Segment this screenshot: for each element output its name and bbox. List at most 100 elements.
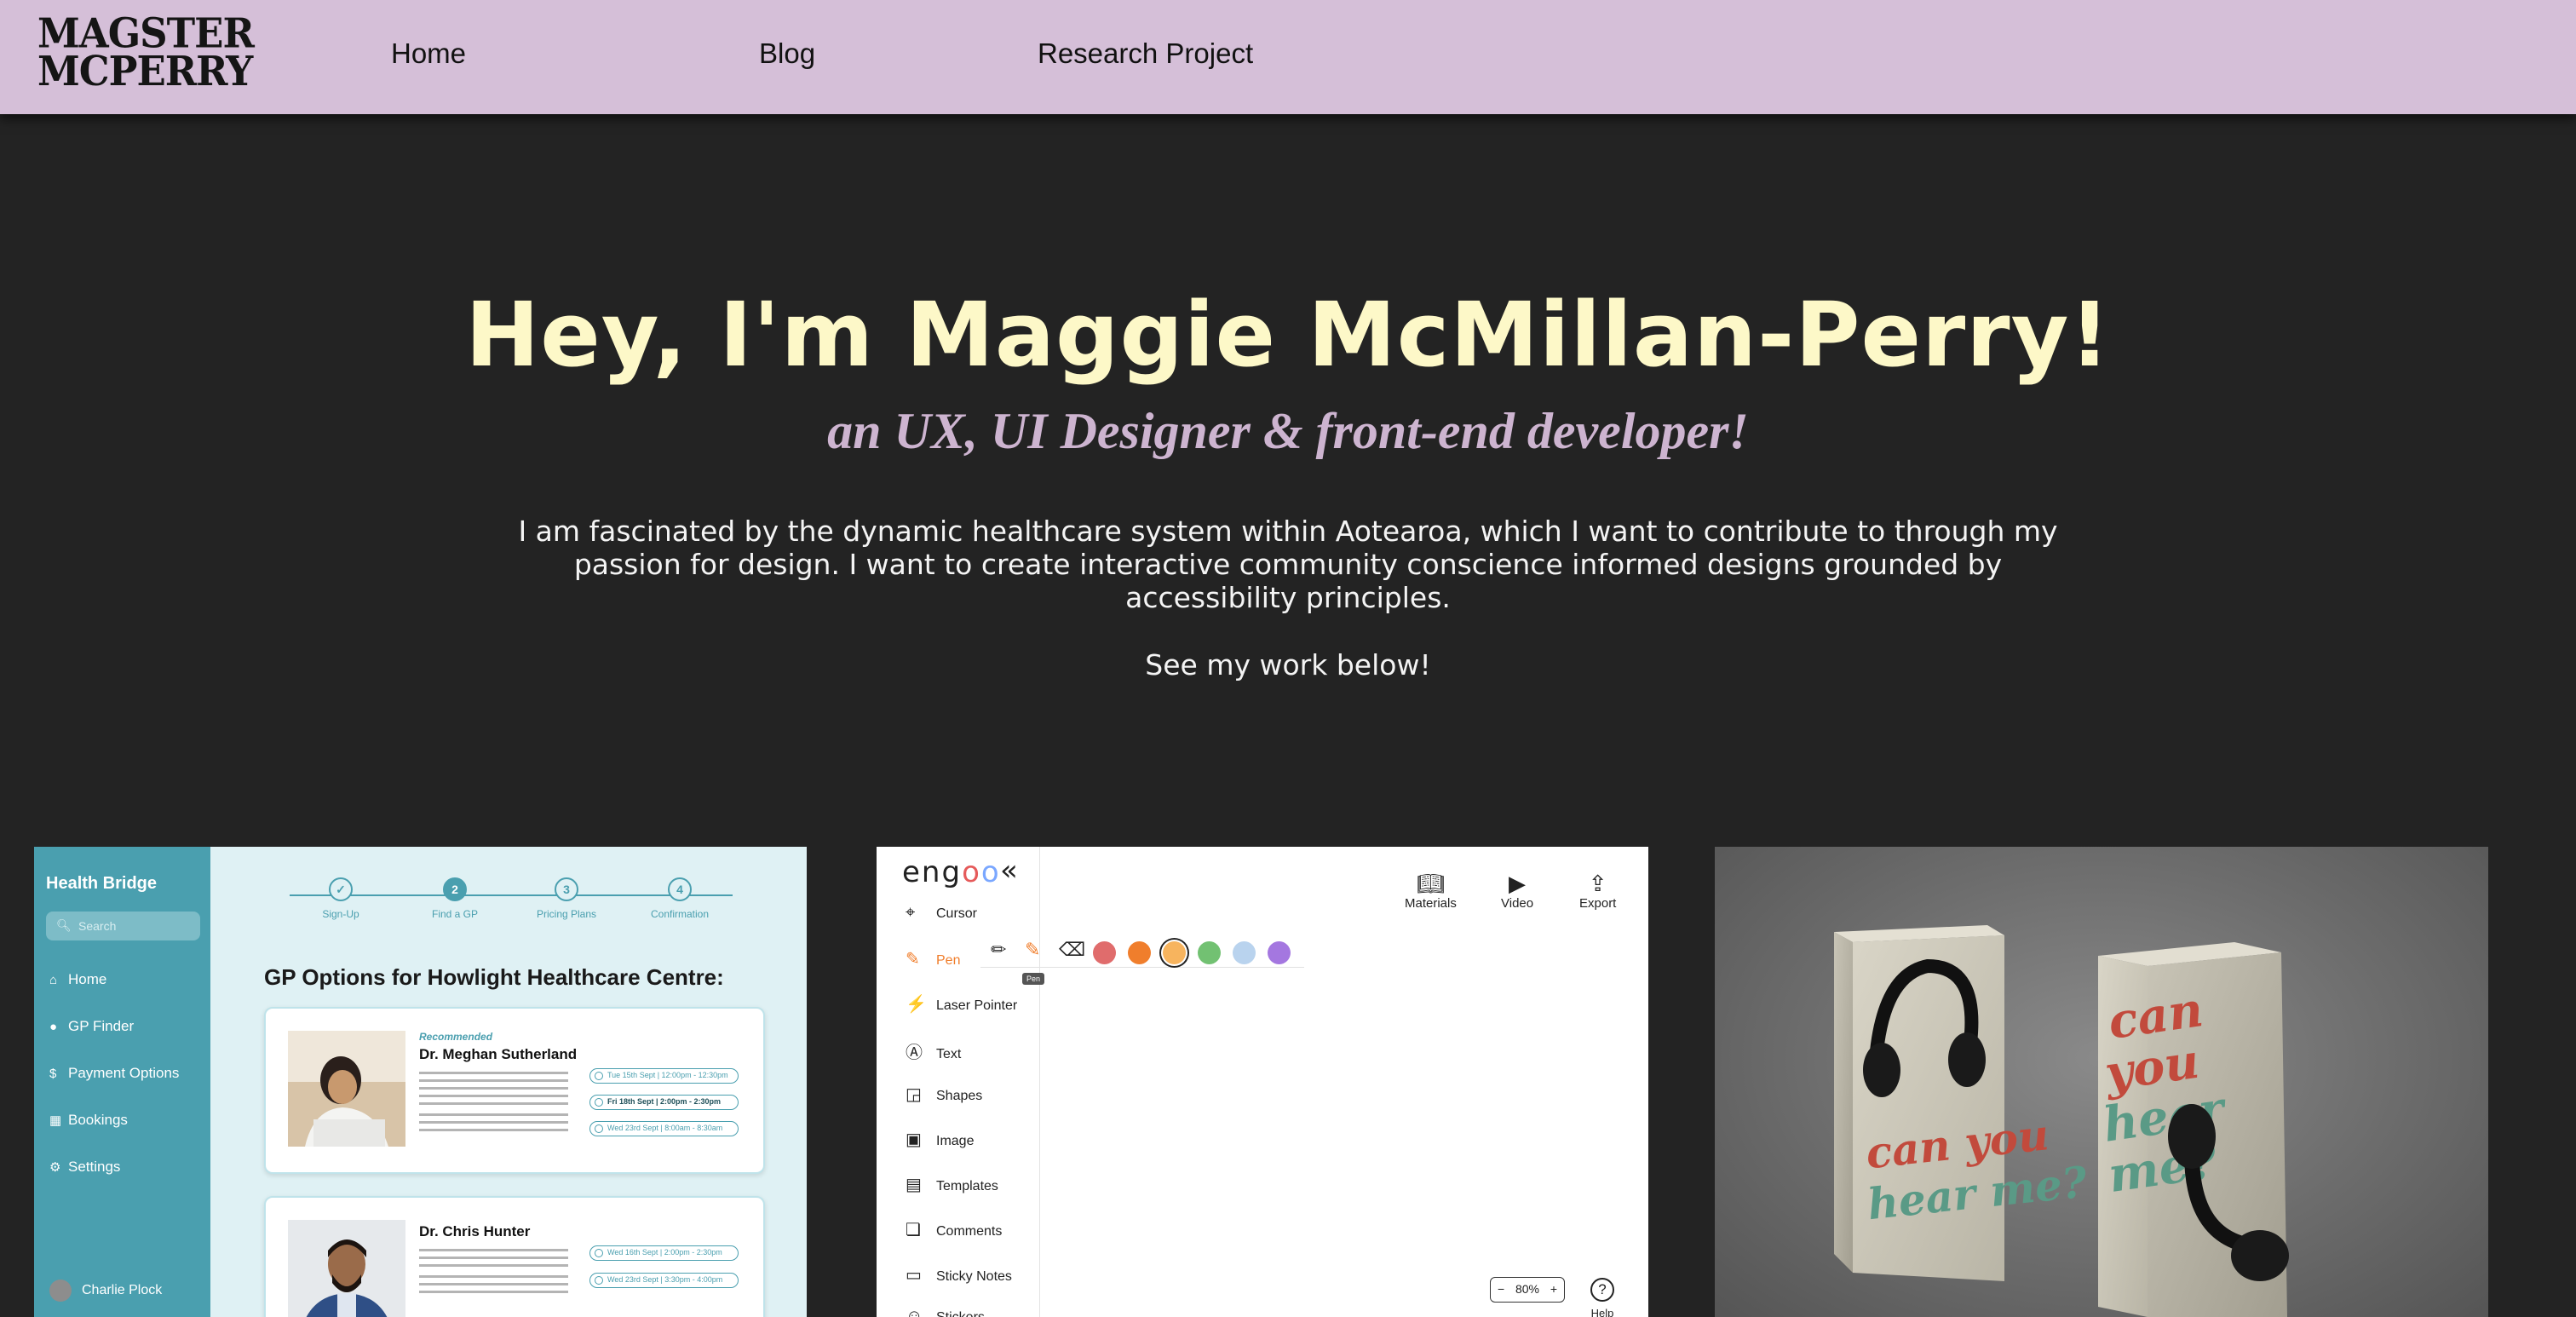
tool-sticky-notes[interactable]: ▭ Sticky Notes bbox=[906, 1264, 1012, 1285]
button-label: Video bbox=[1501, 896, 1534, 911]
step-sign-up: ✓ Sign-Up bbox=[281, 877, 400, 920]
color-swatch-light-blue[interactable] bbox=[1233, 941, 1256, 964]
doctor-name: Dr. Chris Hunter bbox=[419, 1223, 531, 1239]
doctor-name: Dr. Meghan Sutherland bbox=[419, 1046, 578, 1062]
materials-button[interactable]: 📖︎ Materials bbox=[1405, 871, 1457, 911]
app-sidebar: Health Bridge 🔍︎ Search ⌂ Home ● GP Finder… bbox=[34, 847, 210, 1317]
tool-label: Shapes bbox=[936, 1089, 983, 1103]
search-icon: 🔍︎ bbox=[56, 918, 72, 932]
recommended-tag: Recommended bbox=[419, 1031, 493, 1043]
color-swatch-light-orange-selected[interactable] bbox=[1163, 941, 1186, 964]
appointment-slot[interactable]: Wed 23rd Sept | 8:00am - 8:30am bbox=[589, 1121, 739, 1136]
zoom-level: 80% bbox=[1515, 1282, 1540, 1296]
search-placeholder: Search bbox=[78, 919, 117, 933]
tool-cursor[interactable]: ⌖ Cursor bbox=[906, 903, 977, 923]
step-pricing-plans: 3 Pricing Plans bbox=[507, 877, 626, 920]
appointment-slot-selected[interactable]: Fri 18th Sept | 2:00pm - 2:30pm bbox=[589, 1095, 739, 1110]
doctor-bio-text bbox=[419, 1072, 568, 1136]
step-marker: 3 bbox=[555, 877, 578, 901]
step-marker: ✓ bbox=[329, 877, 353, 901]
tool-label: Image bbox=[936, 1134, 975, 1148]
doctor-card[interactable]: Dr. Chris Hunter Wed 16th Sept | 2:00pm … bbox=[264, 1196, 765, 1317]
step-find-a-gp: 2 Find a GP bbox=[395, 877, 515, 920]
laser-pointer-icon: ⚡ bbox=[906, 995, 927, 1014]
tool-shapes[interactable]: ◲ Shapes bbox=[906, 1084, 982, 1105]
sidebar-item-label: Bookings bbox=[68, 1112, 128, 1128]
appointment-slot[interactable]: Wed 23rd Sept | 3:30pm - 4:00pm bbox=[589, 1273, 739, 1288]
gp-options-heading: GP Options for Howlight Healthcare Centr… bbox=[264, 964, 724, 990]
nav-link-blog[interactable]: Blog bbox=[759, 37, 815, 70]
nav-link-home[interactable]: Home bbox=[391, 37, 466, 70]
tool-pen[interactable]: ✎ Pen bbox=[906, 948, 960, 969]
box-left: can you hear me? bbox=[1834, 925, 2090, 1281]
sidebar-item-label: Settings bbox=[68, 1159, 121, 1175]
image-icon: ▣ bbox=[906, 1130, 922, 1149]
color-swatch-green[interactable] bbox=[1198, 941, 1221, 964]
step-label: Pricing Plans bbox=[536, 908, 597, 920]
calendar-icon: ▦ bbox=[49, 1113, 62, 1128]
sidebar-item-payment-options[interactable]: $ Payment Options bbox=[49, 1065, 179, 1082]
hero-subtitle: an UX, UI Designer & front-end developer… bbox=[827, 403, 1749, 459]
gear-icon: ⚙ bbox=[49, 1160, 61, 1175]
shapes-icon: ◲ bbox=[906, 1085, 922, 1104]
book-icon: 📖︎ bbox=[1416, 871, 1445, 896]
doctor-bio-text bbox=[419, 1249, 568, 1298]
home-icon: ⌂ bbox=[49, 973, 58, 987]
pen-tooltip: Pen bbox=[1022, 973, 1045, 985]
project-card-engoo[interactable]: engoo « ⌖ Cursor ✎ Pen ⚡ Laser Pointer Ⓐ Tex… bbox=[877, 847, 1648, 1317]
search-input[interactable]: 🔍︎ Search bbox=[46, 912, 200, 940]
sticky-notes-icon: ▭ bbox=[906, 1266, 922, 1285]
export-button[interactable]: ⇪ Export bbox=[1579, 871, 1616, 911]
color-swatch-purple[interactable] bbox=[1268, 941, 1291, 964]
nav-link-research-project[interactable]: Research Project bbox=[1038, 37, 1253, 70]
highlighter-icon[interactable]: ✎ bbox=[1025, 940, 1040, 961]
box-right: can you hear me? bbox=[2098, 942, 2289, 1317]
eraser-icon[interactable]: ⌫ bbox=[1059, 940, 1085, 961]
hero-cta: See my work below! bbox=[1145, 648, 1431, 682]
color-swatch-red[interactable] bbox=[1093, 941, 1116, 964]
hero-bio: I am fascinated by the dynamic healthcar… bbox=[518, 515, 2058, 614]
video-button[interactable]: ▶ Video bbox=[1501, 871, 1533, 911]
site-logo[interactable]: MAGSTER MCPERRY bbox=[37, 14, 255, 91]
tool-image[interactable]: ▣ Image bbox=[906, 1129, 974, 1150]
pin-icon: ● bbox=[49, 1020, 58, 1034]
pencil-icon[interactable]: ✏ bbox=[991, 940, 1006, 961]
cursor-icon: ⌖ bbox=[906, 903, 916, 922]
step-marker: 2 bbox=[443, 877, 467, 901]
text-icon: Ⓐ bbox=[906, 1044, 923, 1062]
engoo-logo-text: engoo bbox=[902, 855, 1001, 889]
zoom-control[interactable]: − 80% + bbox=[1490, 1277, 1565, 1303]
sidebar-item-label: Home bbox=[68, 971, 107, 987]
color-swatch-orange[interactable] bbox=[1128, 941, 1151, 964]
pen-toolbar: ✏ ✎ ⌫ bbox=[980, 937, 1304, 968]
tool-label: Pen bbox=[936, 953, 961, 968]
tool-laser-pointer[interactable]: ⚡ Laser Pointer bbox=[906, 993, 1017, 1015]
user-profile[interactable]: Charlie Plock bbox=[49, 1280, 162, 1302]
sidebar-item-label: Payment Options bbox=[68, 1065, 180, 1081]
doctor-card[interactable]: Recommended Dr. Meghan Sutherland Tue 15… bbox=[264, 1007, 765, 1174]
project-card-health-bridge[interactable]: Health Bridge 🔍︎ Search ⌂ Home ● GP Finder… bbox=[34, 847, 807, 1317]
engoo-logo: engoo bbox=[902, 855, 1001, 889]
zoom-in-button[interactable]: + bbox=[1550, 1278, 1557, 1301]
sidebar-item-settings[interactable]: ⚙ Settings bbox=[49, 1159, 120, 1176]
tool-templates[interactable]: ▤ Templates bbox=[906, 1174, 998, 1195]
tool-stickers[interactable]: ☺ Stickers bbox=[906, 1307, 985, 1317]
sidebar-item-bookings[interactable]: ▦ Bookings bbox=[49, 1112, 128, 1129]
avatar bbox=[49, 1280, 72, 1302]
appointment-slot[interactable]: Tue 15th Sept | 12:00pm - 12:30pm bbox=[589, 1068, 739, 1084]
zoom-out-button[interactable]: − bbox=[1498, 1278, 1504, 1301]
project-card-packaging[interactable]: can you hear me? can you hear me? bbox=[1715, 847, 2488, 1317]
sidebar-item-home[interactable]: ⌂ Home bbox=[49, 971, 106, 988]
dollar-icon: $ bbox=[49, 1067, 57, 1081]
doctor-photo bbox=[288, 1031, 405, 1147]
help-button[interactable]: ? Help bbox=[1590, 1278, 1614, 1317]
button-label: Materials bbox=[1405, 896, 1457, 911]
hero-title: Hey, I'm Maggie McMillan-Perry! bbox=[465, 283, 2111, 387]
collapse-sidebar-icon[interactable]: « bbox=[1000, 854, 1018, 888]
tool-label: Sticky Notes bbox=[936, 1269, 1012, 1284]
appointment-slot[interactable]: Wed 16th Sept | 2:00pm - 2:30pm bbox=[589, 1245, 739, 1261]
tool-label: Stickers bbox=[936, 1310, 985, 1317]
tool-comments[interactable]: ❏ Comments bbox=[906, 1219, 1002, 1240]
sidebar-item-gp-finder[interactable]: ● GP Finder bbox=[49, 1018, 134, 1035]
tool-text[interactable]: Ⓐ Text bbox=[906, 1038, 961, 1063]
